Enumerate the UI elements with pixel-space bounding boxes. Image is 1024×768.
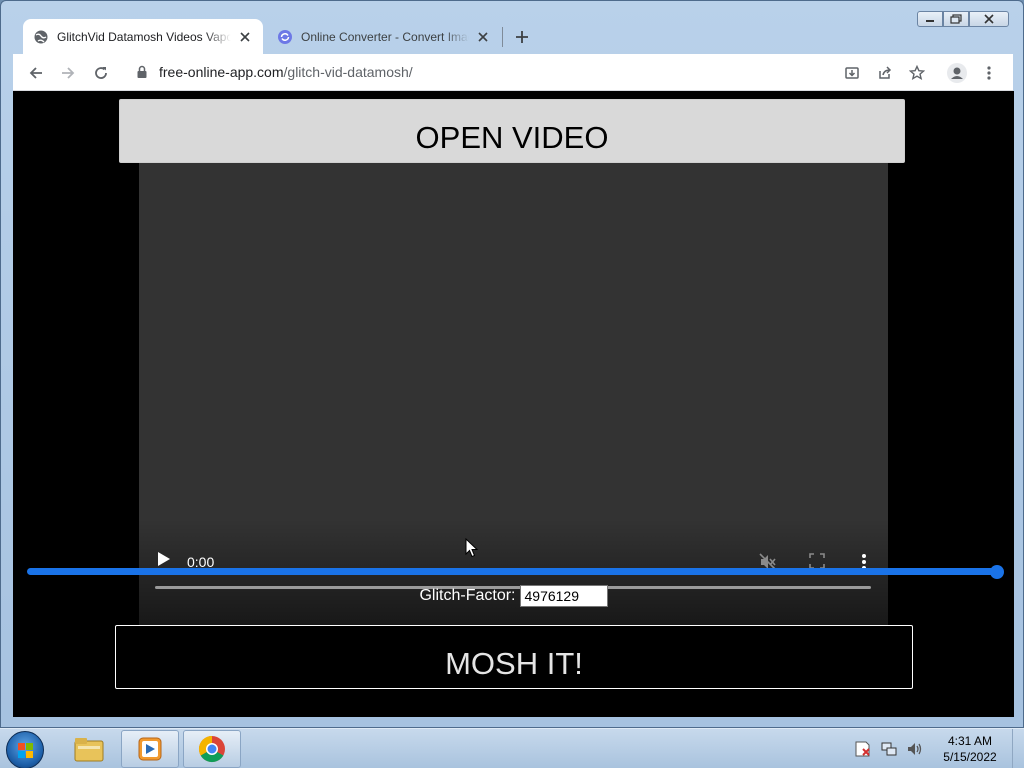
reload-icon bbox=[95, 67, 107, 79]
start-button[interactable] bbox=[6, 731, 44, 768]
video-player[interactable]: 0:00 bbox=[139, 163, 888, 629]
open-video-button[interactable]: OPEN VIDEO bbox=[119, 99, 905, 163]
converter-icon bbox=[278, 29, 292, 44]
chrome-icon bbox=[198, 735, 225, 763]
fullscreen-icon[interactable] bbox=[809, 553, 825, 569]
action-center-icon[interactable] bbox=[854, 740, 872, 758]
tab-strip: GlitchVid Datamosh Videos Vapo Online Co… bbox=[13, 19, 1013, 54]
more-vertical-icon bbox=[987, 66, 991, 80]
menu-button[interactable] bbox=[978, 62, 1000, 84]
tab-close-button[interactable] bbox=[237, 29, 253, 45]
globe-icon bbox=[34, 30, 48, 43]
tab-online-converter[interactable]: Online Converter - Convert Imag bbox=[267, 19, 501, 54]
profile-button[interactable] bbox=[946, 62, 968, 84]
back-button[interactable] bbox=[25, 62, 47, 84]
tab-glitchvid[interactable]: GlitchVid Datamosh Videos Vapo bbox=[23, 19, 263, 54]
install-app-button[interactable] bbox=[841, 62, 863, 84]
close-icon bbox=[478, 31, 488, 42]
file-explorer-icon bbox=[74, 738, 104, 762]
install-icon bbox=[845, 67, 859, 79]
plus-icon bbox=[516, 31, 528, 43]
new-tab-button[interactable] bbox=[511, 26, 533, 48]
mouse-cursor-icon bbox=[465, 538, 479, 558]
arrow-right-icon bbox=[62, 67, 75, 79]
windows-logo-icon bbox=[18, 743, 33, 758]
browser-window: GlitchVid Datamosh Videos Vapo Online Co… bbox=[0, 0, 1024, 728]
glitch-slider-thumb[interactable] bbox=[990, 565, 1004, 579]
bookmark-button[interactable] bbox=[906, 62, 928, 84]
tab-title: GlitchVid Datamosh Videos Vapo bbox=[57, 29, 231, 44]
close-icon bbox=[240, 31, 250, 42]
show-desktop-button[interactable] bbox=[1012, 729, 1024, 768]
tab-separator bbox=[502, 27, 503, 47]
media-player-icon bbox=[138, 737, 162, 761]
forward-button[interactable] bbox=[57, 62, 79, 84]
glitch-slider-track[interactable] bbox=[27, 568, 999, 575]
page-viewport: OPEN VIDEO 0:00 Glitch-Factor: 4976129 M… bbox=[13, 91, 1014, 717]
clock-date: 5/15/2022 bbox=[943, 750, 997, 764]
star-icon bbox=[909, 65, 925, 81]
avatar-icon bbox=[947, 63, 967, 83]
play-icon[interactable] bbox=[157, 551, 171, 567]
browser-toolbar: free-online-app.com/glitch-vid-datamosh/ bbox=[13, 54, 1013, 91]
taskbar: 4:31 AM 5/15/2022 bbox=[0, 728, 1024, 768]
address-bar[interactable]: free-online-app.com/glitch-vid-datamosh/ bbox=[123, 58, 893, 86]
arrow-left-icon bbox=[29, 67, 42, 79]
share-icon bbox=[879, 66, 892, 79]
taskbar-chrome[interactable] bbox=[183, 730, 241, 768]
lock-icon bbox=[137, 65, 147, 78]
clock-time: 4:31 AM bbox=[947, 734, 993, 748]
url-host: free-online-app.com bbox=[159, 64, 284, 80]
network-icon[interactable] bbox=[880, 740, 898, 758]
system-tray: 4:31 AM 5/15/2022 bbox=[850, 729, 1024, 768]
glitch-factor-input[interactable]: 4976129 bbox=[519, 585, 608, 607]
tab-close-button[interactable] bbox=[475, 29, 491, 45]
tab-title: Online Converter - Convert Imag bbox=[301, 29, 469, 44]
reload-button[interactable] bbox=[90, 62, 112, 84]
url-path: /glitch-vid-datamosh/ bbox=[283, 64, 413, 80]
taskbar-clock[interactable]: 4:31 AM 5/15/2022 bbox=[932, 733, 1008, 765]
glitch-factor-row: Glitch-Factor: 4976129 bbox=[13, 585, 1014, 607]
glitch-factor-label: Glitch-Factor: bbox=[419, 587, 516, 604]
taskbar-file-explorer[interactable] bbox=[60, 730, 118, 768]
share-button[interactable] bbox=[874, 62, 896, 84]
mosh-it-button[interactable]: MOSH IT! bbox=[115, 625, 913, 689]
taskbar-media-player[interactable] bbox=[121, 730, 179, 768]
volume-icon[interactable] bbox=[906, 740, 924, 758]
